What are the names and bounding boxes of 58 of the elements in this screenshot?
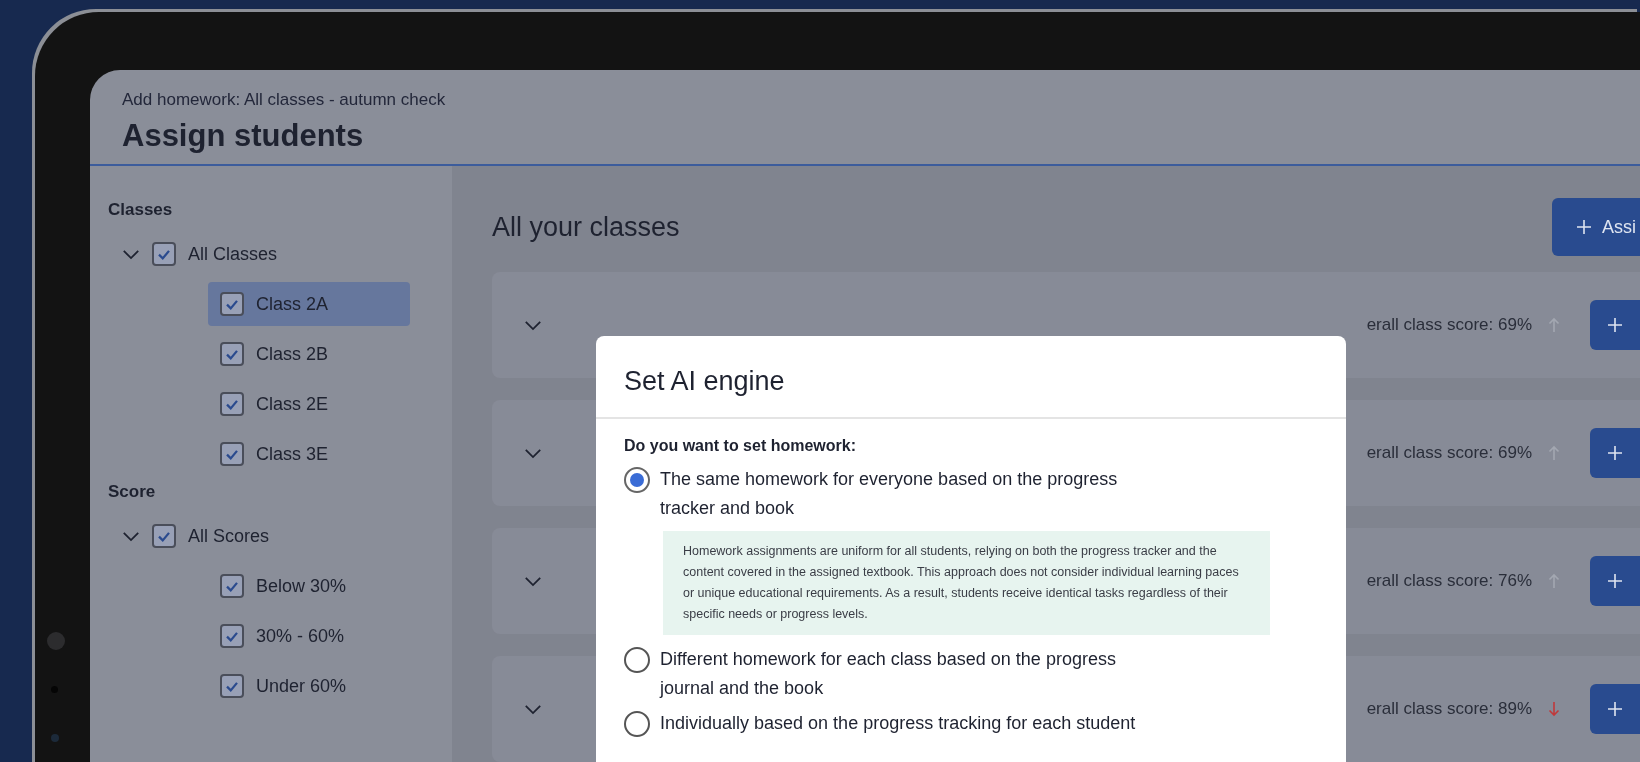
option-label[interactable]: Different homework for each class based on the progress journal and the book — [660, 645, 1160, 703]
class-score: erall class score: 76% — [1366, 571, 1532, 591]
plus-icon — [1576, 219, 1592, 235]
down-arrow-icon — [1548, 701, 1560, 717]
plus-icon — [1607, 445, 1623, 461]
plus-icon — [1607, 701, 1623, 717]
checkbox[interactable] — [220, 674, 244, 698]
tree-item[interactable]: Class 2B — [208, 332, 410, 376]
checkbox[interactable] — [152, 242, 176, 266]
chevron-icon[interactable] — [524, 575, 542, 587]
option-label[interactable]: The same homework for everyone based on the progress tracker and book — [660, 465, 1160, 523]
checkbox[interactable] — [220, 442, 244, 466]
tree-item[interactable]: Below 30% — [208, 564, 410, 608]
radio-button[interactable] — [624, 711, 650, 737]
tree-item[interactable]: Class 2A — [208, 282, 410, 326]
tree-item[interactable]: Under 60% — [208, 664, 410, 708]
tree-item[interactable]: Class 2E — [208, 382, 410, 426]
plus-icon — [1607, 573, 1623, 589]
radio-button[interactable] — [624, 647, 650, 673]
question-label: Do you want to set homework: — [624, 437, 857, 455]
tree-item[interactable]: Class 3E — [208, 432, 410, 476]
checkbox[interactable] — [220, 392, 244, 416]
chevron-icon[interactable] — [122, 248, 140, 260]
radio-button[interactable] — [624, 467, 650, 493]
up-arrow-icon — [1548, 573, 1560, 589]
add-button[interactable] — [1590, 556, 1640, 606]
up-arrow-icon — [1548, 445, 1560, 461]
lens-dot — [51, 734, 59, 742]
option-label[interactable]: Individually based on the progress tracking for each student — [660, 709, 1136, 738]
tree-item[interactable]: 30% - 60% — [208, 614, 410, 658]
chevron-icon[interactable] — [122, 530, 140, 542]
plus-icon — [1607, 317, 1623, 333]
class-score: erall class score: 69% — [1366, 315, 1532, 335]
checkbox[interactable] — [220, 342, 244, 366]
section-heading: Classes — [108, 200, 174, 220]
up-arrow-icon — [1548, 317, 1560, 333]
add-button[interactable] — [1590, 428, 1640, 478]
assign-button[interactable]: Assi — [1552, 198, 1640, 256]
chevron-icon[interactable] — [524, 447, 542, 459]
section-title: All your classes — [492, 211, 680, 243]
class-score: erall class score: 69% — [1366, 443, 1532, 463]
chevron-icon[interactable] — [524, 703, 542, 715]
checkbox[interactable] — [220, 292, 244, 316]
page-title: Assign students — [122, 118, 365, 154]
checkbox[interactable] — [220, 574, 244, 598]
tree-item[interactable]: All Scores — [108, 514, 452, 558]
option-description: Homework assignments are uniform for all students, relying on both the progress tracker and the content covered in the assigned textbook. This approach does not consider individual learning paces or unique educational requirements. As a result, students receive identical tasks regardless of their specific needs or progress levels. — [663, 531, 1270, 635]
tree-item[interactable]: All Classes — [108, 232, 452, 276]
add-button[interactable] — [1590, 684, 1640, 734]
camera-dot — [47, 632, 65, 650]
checkbox[interactable] — [152, 524, 176, 548]
chevron-icon[interactable] — [524, 319, 542, 331]
section-heading: Score — [108, 482, 157, 502]
dialog-title: Set AI engine — [596, 336, 1346, 419]
checkbox[interactable] — [220, 624, 244, 648]
class-score: erall class score: 89% — [1366, 699, 1532, 719]
breadcrumb: Add homework: All classes - autumn check — [122, 90, 447, 110]
add-button[interactable] — [1590, 300, 1640, 350]
